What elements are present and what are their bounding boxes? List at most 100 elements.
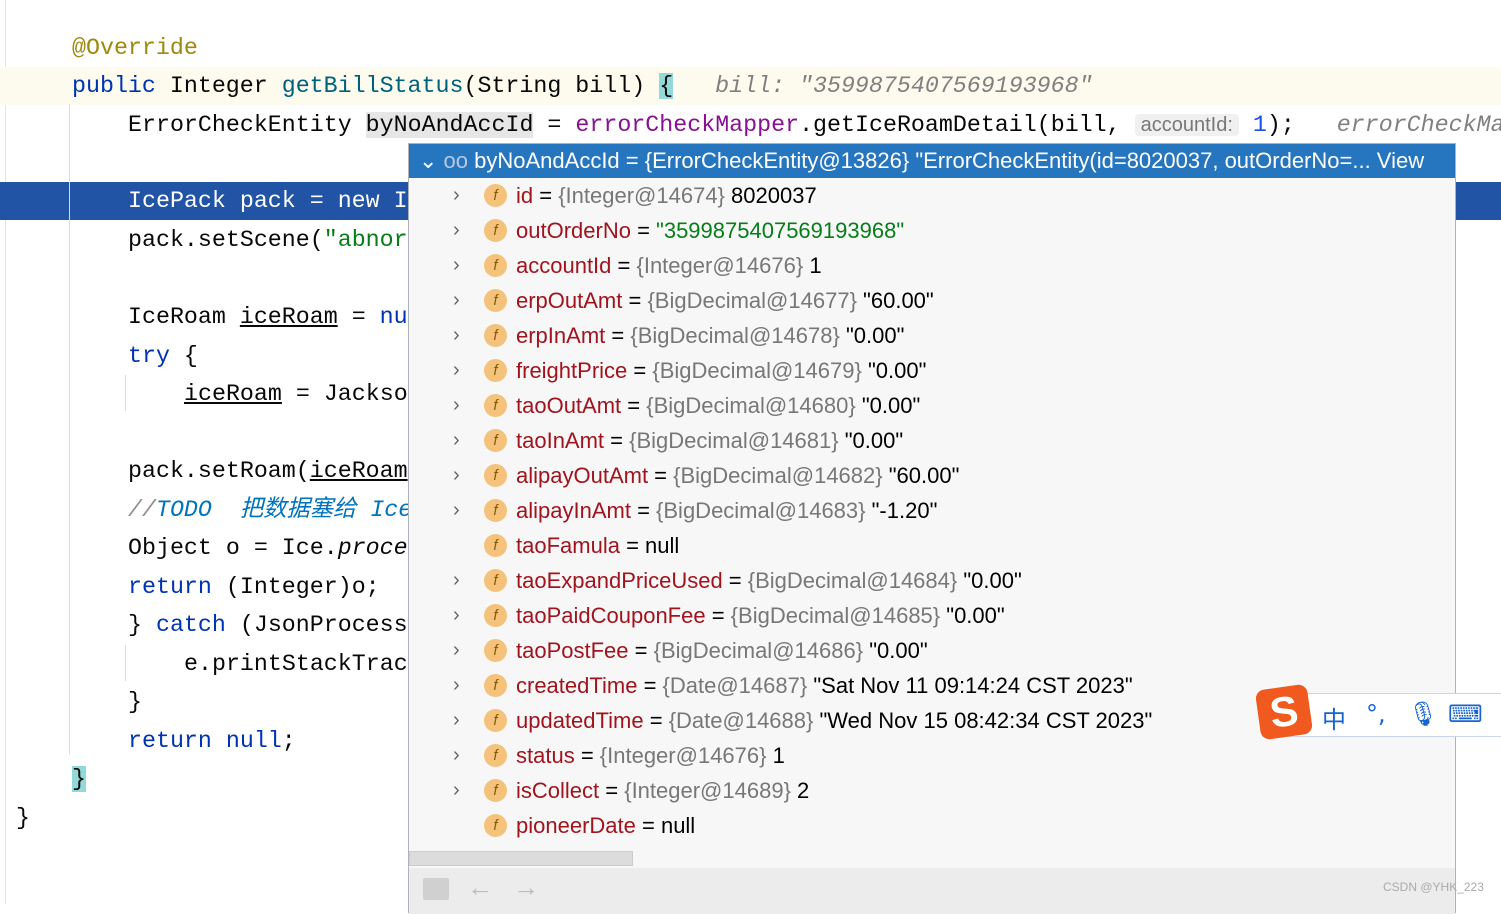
code-token: ErrorCheckEntity bbox=[128, 112, 366, 138]
field-name: outOrderNo bbox=[516, 218, 631, 243]
keyboard-icon[interactable]: ⌨ bbox=[1448, 700, 1483, 728]
expand-chevron-icon[interactable]: › bbox=[453, 458, 460, 493]
field-name: createdTime bbox=[516, 673, 638, 698]
field-type: {Integer@14676} bbox=[636, 253, 804, 278]
field-value: null bbox=[645, 533, 680, 558]
field-row[interactable]: › f accountId = {Integer@14676} 1 bbox=[409, 248, 1455, 283]
expand-chevron-icon[interactable]: › bbox=[453, 598, 460, 633]
code-line[interactable]: @Override bbox=[0, 29, 1501, 67]
field-row[interactable]: f pioneerDate = null bbox=[409, 808, 1455, 843]
field-text: taoPaidCouponFee = {BigDecimal@14685} "0… bbox=[516, 603, 1005, 628]
code-token: = bbox=[533, 112, 576, 138]
field-row[interactable]: › f alipayInAmt = {BigDecimal@14683} "-1.2… bbox=[409, 493, 1455, 528]
field-name: id bbox=[516, 183, 534, 208]
field-icon: f bbox=[484, 394, 507, 417]
field-text: isCollect = {Integer@14689} 2 bbox=[516, 778, 810, 803]
microphone-icon[interactable]: 🎙 bbox=[1408, 700, 1438, 728]
field-row[interactable]: › f status = {Integer@14676} 1 bbox=[409, 738, 1455, 773]
field-name: pioneerDate bbox=[516, 813, 636, 838]
code-token: { bbox=[659, 73, 674, 99]
field-value: "0.00" bbox=[861, 393, 921, 418]
debug-value-popup: ⌄ oo byNoAndAccId = {ErrorCheckEntity@13… bbox=[408, 143, 1456, 914]
expand-chevron-icon[interactable]: › bbox=[453, 388, 460, 423]
ime-mode-button[interactable]: 中 bbox=[1322, 700, 1346, 735]
field-type: {Integer@14674} bbox=[558, 183, 725, 208]
expand-chevron-icon[interactable]: › bbox=[453, 248, 460, 283]
expand-chevron-icon[interactable]: › bbox=[453, 633, 460, 668]
expand-chevron-icon[interactable]: › bbox=[453, 738, 460, 773]
code-token: } bbox=[128, 612, 156, 638]
field-row[interactable]: › f freightPrice = {BigDecimal@14679} "0.0… bbox=[409, 353, 1455, 388]
code-line[interactable]: public Integer getBillStatus(String bill… bbox=[0, 67, 1501, 105]
expand-chevron-icon[interactable]: › bbox=[453, 318, 460, 353]
code-token: 1 bbox=[1252, 112, 1267, 138]
expand-chevron-icon[interactable]: › bbox=[453, 283, 460, 318]
field-type: {BigDecimal@14686} bbox=[653, 638, 864, 663]
field-icon: f bbox=[484, 184, 507, 207]
collapse-chevron-icon[interactable]: ⌄ bbox=[419, 148, 444, 173]
back-arrow-icon[interactable]: ← bbox=[467, 872, 493, 903]
field-row[interactable]: › f taoOutAmt = {BigDecimal@14680} "0.00" bbox=[409, 388, 1455, 423]
field-value: 1 bbox=[772, 743, 785, 768]
code-token: accountId: bbox=[1134, 114, 1239, 136]
field-row[interactable]: › f alipayOutAmt = {BigDecimal@14682} "60.… bbox=[409, 458, 1455, 493]
folder-icon[interactable] bbox=[423, 878, 449, 900]
field-text: alipayInAmt = {BigDecimal@14683} "-1.20" bbox=[516, 498, 938, 523]
field-row[interactable]: › f taoPaidCouponFee = {BigDecimal@14685} … bbox=[409, 598, 1455, 633]
field-icon: f bbox=[484, 779, 507, 802]
field-name: taoExpandPriceUsed bbox=[516, 568, 723, 593]
expand-chevron-icon[interactable]: › bbox=[453, 353, 460, 388]
field-row[interactable]: › f outOrderNo = "3599875407569193968" bbox=[409, 213, 1455, 248]
field-row[interactable]: › f erpInAmt = {BigDecimal@14678} "0.00" bbox=[409, 318, 1455, 353]
ime-punct-button[interactable]: °, bbox=[1366, 700, 1386, 728]
field-value: "60.00" bbox=[863, 288, 934, 313]
code-token: ; bbox=[281, 728, 296, 754]
code-token: pack.setRoam( bbox=[128, 458, 310, 484]
field-type: {BigDecimal@14680} bbox=[646, 393, 856, 418]
field-name: freightPrice bbox=[516, 358, 628, 383]
code-line[interactable]: ErrorCheckEntity byNoAndAccId = errorChe… bbox=[0, 106, 1501, 144]
expand-chevron-icon[interactable]: › bbox=[453, 213, 460, 248]
expand-chevron-icon[interactable]: › bbox=[453, 773, 460, 808]
field-row[interactable]: f taoFamula = null bbox=[409, 528, 1455, 563]
field-row[interactable]: › f erpOutAmt = {BigDecimal@14677} "60.00" bbox=[409, 283, 1455, 318]
watermark: CSDN @YHK_223 bbox=[1383, 880, 1484, 894]
expand-chevron-icon[interactable]: › bbox=[453, 563, 460, 598]
field-row[interactable]: › f id = {Integer@14674} 8020037 bbox=[409, 178, 1455, 213]
watch-glasses-icon: oo bbox=[443, 148, 475, 173]
sogou-logo-icon[interactable]: S bbox=[1254, 683, 1314, 741]
field-type: {BigDecimal@14677} bbox=[647, 288, 857, 313]
field-icon: f bbox=[484, 464, 507, 487]
code-token: iceRoam bbox=[309, 458, 408, 484]
field-icon: f bbox=[484, 534, 507, 557]
field-text: taoPostFee = {BigDecimal@14686} "0.00" bbox=[516, 638, 928, 663]
field-value: 1 bbox=[809, 253, 822, 278]
expand-chevron-icon[interactable]: › bbox=[453, 423, 460, 458]
field-type: {Date@14688} bbox=[668, 708, 814, 733]
field-name: alipayInAmt bbox=[516, 498, 631, 523]
expand-chevron-icon[interactable]: › bbox=[453, 493, 460, 528]
field-row[interactable]: › f taoPostFee = {BigDecimal@14686} "0.00" bbox=[409, 633, 1455, 668]
code-token: @Override bbox=[72, 35, 198, 61]
forward-arrow-icon[interactable]: → bbox=[513, 872, 539, 903]
field-value: "0.00" bbox=[867, 358, 927, 383]
field-type: {BigDecimal@14681} bbox=[629, 428, 839, 453]
field-icon: f bbox=[484, 289, 507, 312]
field-text: id = {Integer@14674} 8020037 bbox=[516, 183, 817, 208]
field-icon: f bbox=[484, 604, 507, 627]
field-row[interactable]: › f taoInAmt = {BigDecimal@14681} "0.00" bbox=[409, 423, 1455, 458]
expand-chevron-icon[interactable]: › bbox=[453, 703, 460, 738]
field-row[interactable]: › f isCollect = {Integer@14689} 2 bbox=[409, 773, 1455, 808]
field-value: "0.00" bbox=[869, 638, 928, 663]
popup-header[interactable]: ⌄ oo byNoAndAccId = {ErrorCheckEntity@13… bbox=[409, 144, 1455, 178]
expand-chevron-icon[interactable]: › bbox=[453, 178, 460, 213]
field-type: {BigDecimal@14678} bbox=[630, 323, 840, 348]
field-icon: f bbox=[484, 254, 507, 277]
field-icon: f bbox=[484, 709, 507, 732]
field-text: taoInAmt = {BigDecimal@14681} "0.00" bbox=[516, 428, 904, 453]
field-name: updatedTime bbox=[516, 708, 644, 733]
horizontal-scrollbar[interactable] bbox=[409, 851, 633, 866]
expand-chevron-icon[interactable]: › bbox=[453, 668, 460, 703]
field-row[interactable]: › f taoExpandPriceUsed = {BigDecimal@14684… bbox=[409, 563, 1455, 598]
field-icon: f bbox=[484, 814, 507, 837]
